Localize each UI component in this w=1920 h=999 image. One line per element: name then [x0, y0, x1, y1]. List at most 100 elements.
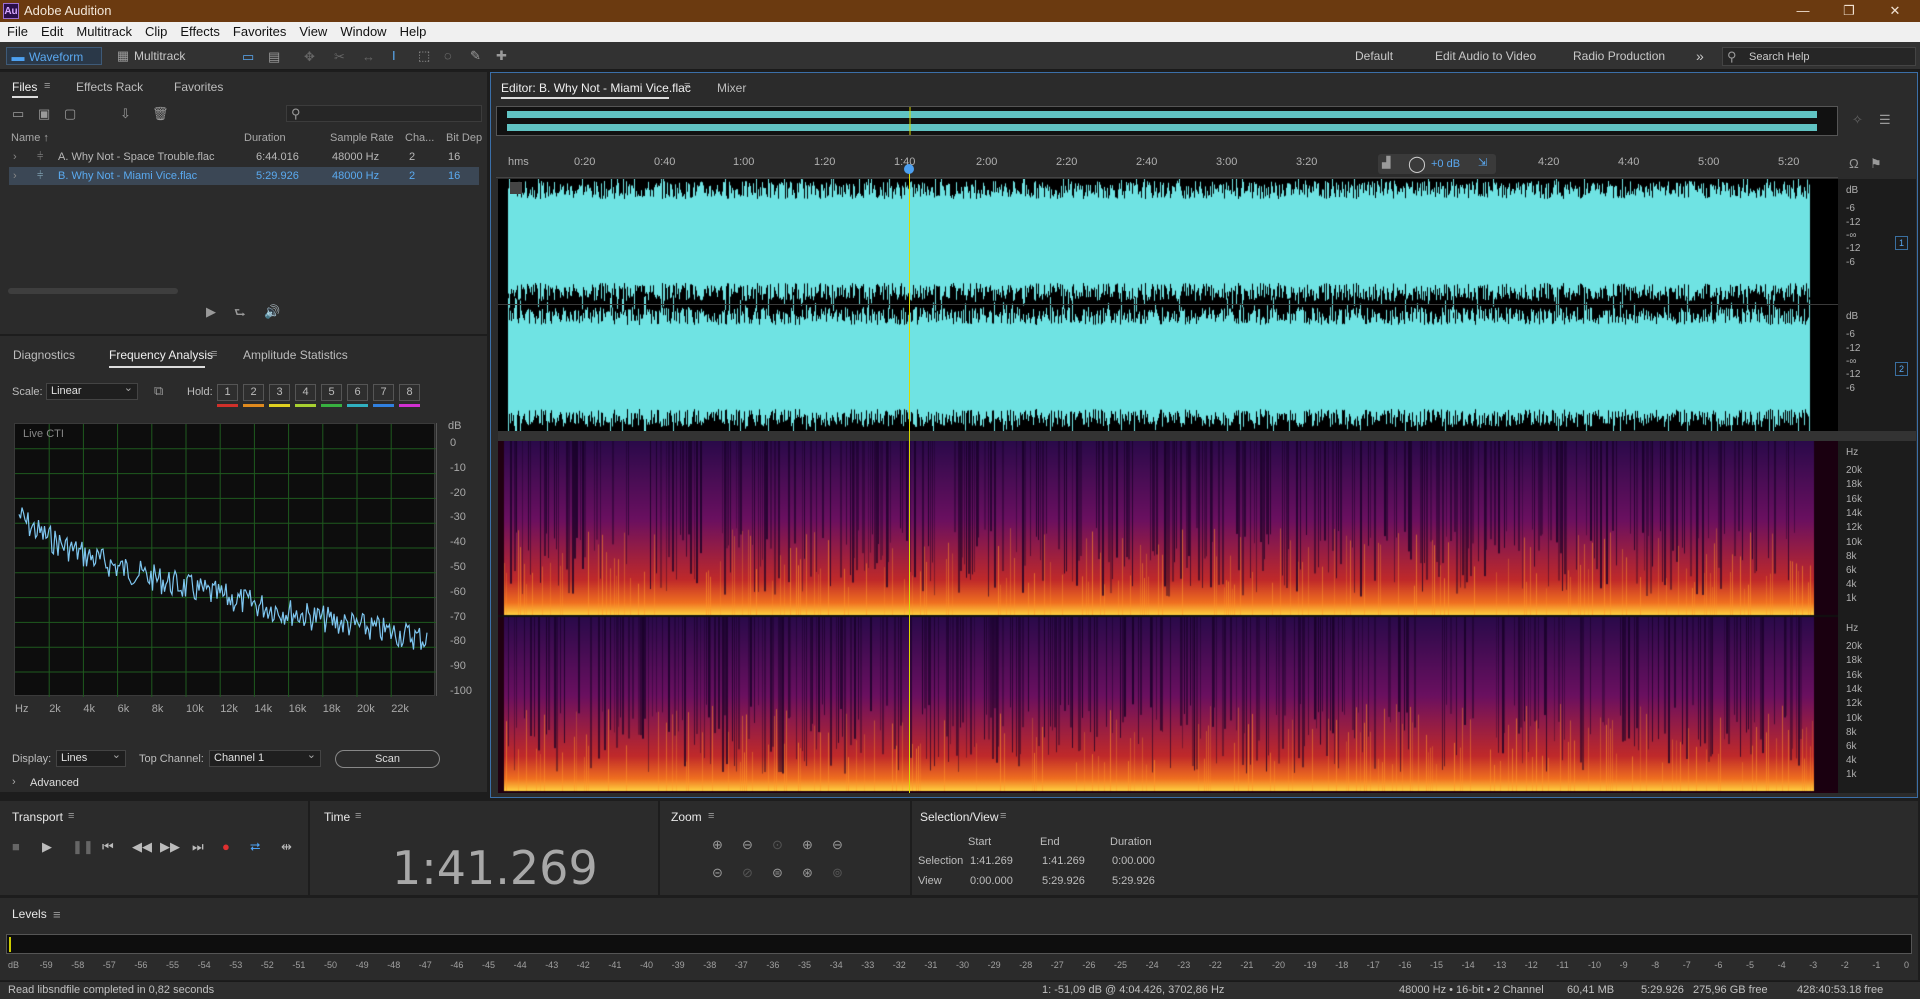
analysis-menu-icon[interactable]: ≡ [211, 348, 217, 360]
tab-files[interactable]: Files [12, 80, 37, 94]
editor-menu-icon[interactable]: ≡ [684, 80, 690, 92]
menu-file[interactable]: File [0, 22, 34, 39]
zoom-out-full-icon[interactable]: ⊝ [712, 865, 723, 881]
hold-button-4[interactable]: 4 [295, 384, 316, 401]
hold-button-2[interactable]: 2 [243, 384, 264, 401]
files-search-input[interactable]: ⚲ [286, 105, 482, 122]
selection-start[interactable]: 1:41.269 [970, 855, 1013, 867]
pause-icon[interactable]: ❚❚ [72, 839, 94, 855]
volume-knob-icon[interactable]: ◯ [1408, 154, 1426, 174]
previous-icon[interactable]: ⏮ [102, 839, 114, 855]
menu-view[interactable]: View [292, 22, 333, 39]
top-channel-dropdown[interactable]: Channel 1 [209, 748, 321, 767]
playhead-line[interactable] [909, 167, 910, 793]
workspace-edit-audio-to-video[interactable]: Edit Audio to Video [1435, 47, 1536, 65]
waveform-view-button[interactable]: ▬ Waveform [6, 47, 102, 65]
zoom-in-amplitude-icon[interactable]: ⊕ [712, 837, 723, 853]
marquee-tool-icon[interactable]: ⬚ [418, 48, 430, 64]
skip-selection-icon[interactable]: ⇹ [281, 839, 292, 855]
workspace-default[interactable]: Default [1355, 47, 1393, 65]
advanced-toggle[interactable]: Advanced [30, 777, 79, 789]
frequency-plot[interactable]: Live CTI [14, 423, 436, 697]
tab-diagnostics[interactable]: Diagnostics [13, 348, 75, 362]
restore-button[interactable]: ❐ [1826, 1, 1872, 21]
view-start[interactable]: 0:00.000 [970, 875, 1013, 887]
expand-chevron-icon[interactable]: › [13, 148, 17, 166]
search-help-field[interactable]: ⚲ Search Help [1722, 47, 1916, 66]
stop-icon[interactable]: ■ [12, 839, 20, 854]
scroll-zoom-icon[interactable] [510, 182, 522, 194]
minimize-button[interactable]: — [1780, 1, 1826, 21]
view-duration[interactable]: 5:29.926 [1112, 875, 1155, 887]
expand-chevron-icon[interactable]: › [13, 167, 17, 185]
display-dropdown[interactable]: Lines [56, 748, 126, 767]
tab-frequency-analysis[interactable]: Frequency Analysis [109, 348, 213, 362]
hold-button-5[interactable]: 5 [321, 384, 342, 401]
hold-button-6[interactable]: 6 [347, 384, 368, 401]
scan-button[interactable]: Scan [335, 750, 440, 768]
pin-icon[interactable]: ⇲ [1478, 156, 1487, 169]
marker-pin-icon[interactable]: ⚑ [1870, 156, 1882, 172]
autoplay-icon[interactable]: 🔊 [264, 304, 280, 320]
loop-playback-icon[interactable]: ⮂ [250, 839, 260, 855]
menu-clip[interactable]: Clip [138, 22, 173, 39]
menu-multitrack[interactable]: Multitrack [69, 22, 138, 39]
zoom-left-edge-icon[interactable]: ⊜ [772, 865, 783, 881]
hud-volume[interactable]: ▟ ◯ +0 dB ⇲ [1378, 154, 1496, 174]
current-time-display[interactable]: 1:41.269 [392, 841, 598, 895]
view-end[interactable]: 5:29.926 [1042, 875, 1085, 887]
time-selection-tool-icon[interactable]: I [392, 48, 396, 63]
fast-forward-icon[interactable]: ▶▶ [160, 839, 180, 855]
advanced-chevron-icon[interactable]: › [12, 776, 16, 788]
new-file-icon[interactable]: ▢ [64, 106, 76, 122]
zoom-to-selection-icon[interactable]: ⊙ [772, 837, 783, 853]
spectral-display-icon[interactable]: ▭ [242, 49, 254, 65]
col-channels[interactable]: Cha... [405, 132, 434, 144]
channel-2-toggle[interactable]: 2 [1895, 362, 1908, 376]
play-preview-icon[interactable]: ▶ [206, 304, 216, 320]
selection-end[interactable]: 1:41.269 [1042, 855, 1085, 867]
multitrack-view-button[interactable]: ▦ Multitrack [112, 47, 192, 65]
tab-favorites[interactable]: Favorites [174, 80, 223, 94]
col-duration[interactable]: Duration [244, 132, 286, 144]
more-workspaces-button[interactable]: » [1696, 47, 1704, 65]
tab-editor[interactable]: Editor: B. Why Not - Miami Vice.flac [501, 81, 691, 95]
close-file-icon[interactable]: 🗑 [152, 106, 169, 122]
close-button[interactable]: ✕ [1872, 1, 1918, 21]
copy-graph-icon[interactable]: ⧉ [154, 383, 163, 399]
time-ruler[interactable]: hms 0:20 0:40 1:00 1:20 1:40 2:00 2:20 2:40 3:00 3… [496, 152, 1838, 178]
hold-button-7[interactable]: 7 [373, 384, 394, 401]
time-menu-icon[interactable]: ≡ [355, 810, 361, 822]
playhead-handle[interactable] [904, 164, 914, 174]
overview-bar[interactable] [496, 106, 1838, 136]
channel-1-toggle[interactable]: 1 [1895, 236, 1908, 250]
split-divider[interactable] [498, 431, 1916, 441]
menu-favorites[interactable]: Favorites [226, 22, 292, 39]
menu-help[interactable]: Help [393, 22, 433, 39]
tab-mixer[interactable]: Mixer [717, 81, 746, 95]
record-icon[interactable]: ● [222, 839, 230, 854]
zoom-in-amplitude-icon[interactable]: ✧ [1852, 112, 1863, 128]
headphones-icon[interactable]: Ω [1849, 156, 1859, 171]
lasso-tool-icon[interactable]: ◌ [444, 48, 452, 63]
menu-edit[interactable]: Edit [34, 22, 69, 39]
spectral-display[interactable] [498, 441, 1838, 793]
zoom-menu-icon[interactable]: ≡ [708, 810, 714, 822]
waveform-display[interactable] [498, 179, 1838, 431]
col-sample-rate[interactable]: Sample Rate [330, 132, 394, 144]
next-icon[interactable]: ⏭ [192, 839, 204, 855]
import-file-icon[interactable]: ▣ [38, 106, 50, 122]
scale-dropdown[interactable]: Linear [46, 381, 138, 400]
panel-layout-icon[interactable]: ☰ [1879, 112, 1891, 128]
loop-preview-icon[interactable]: ⮑ [234, 304, 246, 326]
workspace-radio-production[interactable]: Radio Production [1573, 47, 1665, 65]
spot-healing-icon[interactable]: ✚ [496, 48, 507, 64]
menu-window[interactable]: Window [333, 22, 392, 39]
menu-effects[interactable]: Effects [173, 22, 226, 39]
hold-button-1[interactable]: 1 [217, 384, 238, 401]
brush-tool-icon[interactable]: ✎ [470, 48, 481, 64]
file-row[interactable]: › ⫩ A. Why Not - Space Trouble.flac 6:44… [9, 148, 479, 166]
play-icon[interactable]: ▶ [42, 839, 52, 855]
rewind-icon[interactable]: ◀◀ [132, 839, 152, 855]
levels-menu-icon[interactable]: ≡ [53, 907, 61, 922]
